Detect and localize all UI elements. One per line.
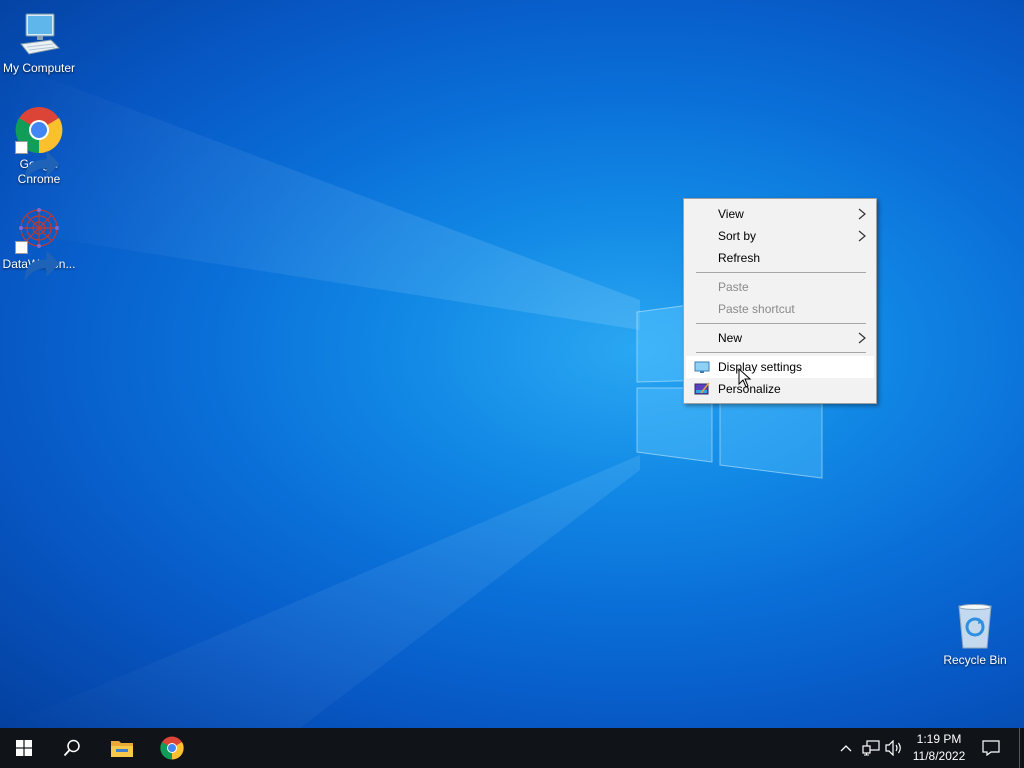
menu-item-paste-shortcut[interactable]: Paste shortcut bbox=[686, 298, 874, 320]
menu-item-refresh[interactable]: Refresh bbox=[686, 247, 874, 269]
shortcut-arrow-icon bbox=[15, 241, 60, 282]
recycle-bin-icon bbox=[951, 602, 999, 650]
menu-item-label: Paste bbox=[718, 280, 749, 294]
shortcut-arrow-icon bbox=[15, 141, 60, 182]
desktop[interactable]: My Computer Google Chrome bbox=[0, 0, 1024, 728]
start-button[interactable] bbox=[0, 728, 48, 768]
menu-item-label: New bbox=[718, 331, 743, 345]
display-icon bbox=[694, 360, 710, 374]
personalize-icon bbox=[694, 382, 710, 396]
search-button[interactable] bbox=[48, 728, 96, 768]
desktop-icon-my-computer[interactable]: My Computer bbox=[0, 10, 78, 76]
menu-item-label: Sort by bbox=[718, 229, 757, 243]
taskbar: 1:19 PM 11/8/2022 bbox=[0, 728, 1024, 768]
action-center-icon bbox=[982, 740, 1000, 756]
menu-item-label: Refresh bbox=[718, 251, 761, 265]
clock-time: 1:19 PM bbox=[916, 732, 962, 746]
show-desktop-button[interactable] bbox=[1019, 728, 1024, 768]
desktop-icon-google-chrome[interactable]: Google Chrome bbox=[0, 106, 78, 187]
network-icon bbox=[862, 740, 880, 756]
menu-item-display-settings[interactable]: Display settings bbox=[686, 356, 874, 378]
menu-item-label: View bbox=[718, 207, 744, 221]
desktop-icon-label: Recycle Bin bbox=[943, 653, 1007, 667]
mouse-pointer-icon bbox=[738, 368, 752, 388]
action-center-button[interactable] bbox=[981, 738, 1001, 758]
menu-separator bbox=[696, 323, 866, 324]
file-explorer-icon bbox=[111, 741, 133, 757]
chrome-icon bbox=[15, 106, 63, 182]
submenu-arrow-icon bbox=[858, 230, 866, 242]
menu-item-label: Display settings bbox=[718, 360, 803, 374]
submenu-arrow-icon bbox=[858, 208, 866, 220]
taskbar-chrome[interactable] bbox=[148, 728, 196, 768]
menu-separator bbox=[696, 272, 866, 273]
volume-button[interactable] bbox=[884, 738, 904, 758]
clock-date: 11/8/2022 bbox=[912, 749, 966, 763]
desktop-icon-datawagon[interactable]: DataWagon... bbox=[0, 206, 78, 282]
menu-item-personalize[interactable]: Personalize bbox=[686, 378, 874, 400]
taskbar-clock[interactable]: 1:19 PM 11/8/2022 bbox=[906, 731, 972, 765]
menu-item-sort-by[interactable]: Sort by bbox=[686, 225, 874, 247]
desktop-icon-recycle-bin[interactable]: Recycle Bin bbox=[936, 602, 1014, 668]
menu-item-view[interactable]: View bbox=[686, 203, 874, 225]
network-button[interactable] bbox=[861, 738, 881, 758]
computer-icon bbox=[15, 10, 63, 58]
menu-item-label: Paste shortcut bbox=[718, 302, 795, 316]
menu-separator bbox=[696, 352, 866, 353]
submenu-arrow-icon bbox=[858, 332, 866, 344]
volume-icon bbox=[885, 740, 901, 756]
taskbar-file-explorer[interactable] bbox=[98, 728, 146, 768]
chevron-up-icon bbox=[840, 745, 852, 752]
chrome-icon bbox=[160, 736, 184, 760]
start-icon bbox=[16, 740, 32, 756]
datawagon-icon bbox=[15, 206, 63, 282]
menu-item-paste[interactable]: Paste bbox=[686, 276, 874, 298]
show-hidden-icons-button[interactable] bbox=[836, 738, 856, 758]
desktop-context-menu: View Sort by Refresh Paste Paste shortcu… bbox=[683, 198, 877, 404]
search-icon bbox=[63, 739, 80, 757]
desktop-icon-label: My Computer bbox=[2, 61, 76, 75]
menu-item-new[interactable]: New bbox=[686, 327, 874, 349]
